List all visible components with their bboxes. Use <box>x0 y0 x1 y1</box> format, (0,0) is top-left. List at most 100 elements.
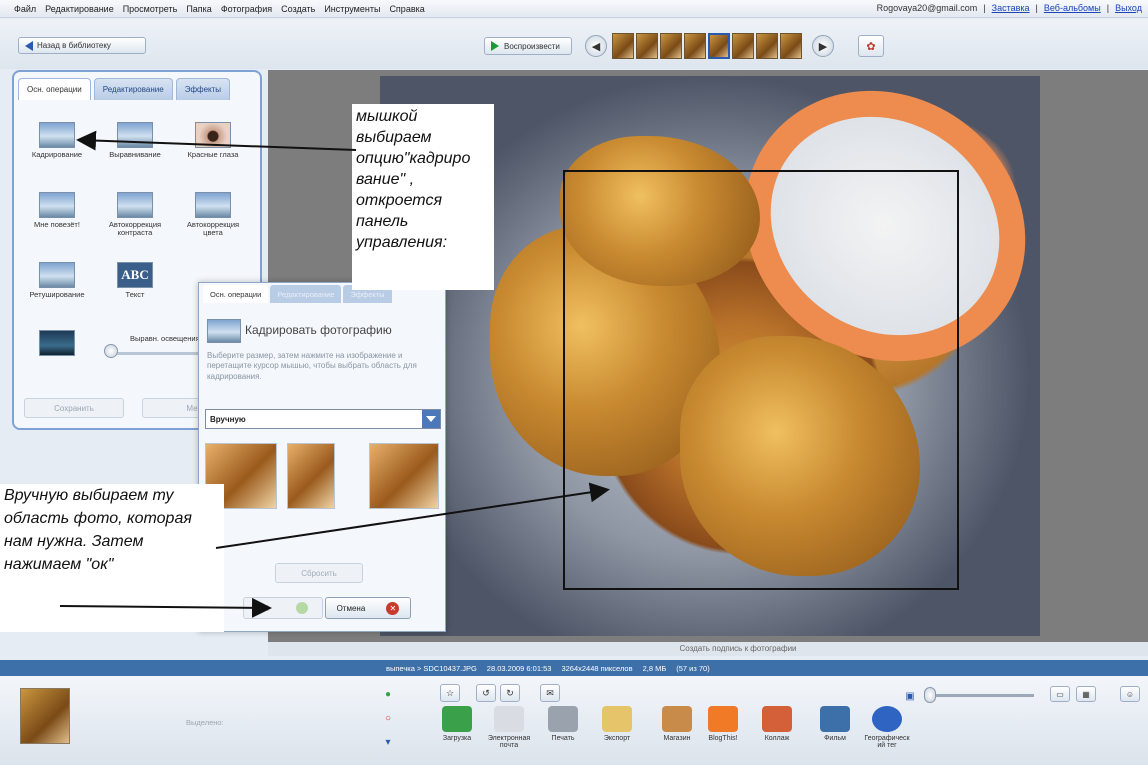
collage-label: Коллаж <box>764 735 790 742</box>
menu-view[interactable]: Просмотреть <box>123 4 178 14</box>
text-tool[interactable]: ABC Текст <box>100 262 170 299</box>
menu-folder[interactable]: Папка <box>186 4 212 14</box>
straighten-tool-label: Выравнивание <box>109 150 161 159</box>
filmstrip-thumb[interactable] <box>732 33 754 59</box>
fill-light-icon <box>39 330 75 356</box>
star-button[interactable]: ☆ <box>440 684 460 702</box>
crop-preset-thumb[interactable] <box>369 443 439 509</box>
crop-preset-thumb[interactable] <box>287 443 335 509</box>
status-path: выпечка > SDC10437.JPG <box>386 663 477 673</box>
tray-selection-label: Выделено: <box>186 718 224 727</box>
pin-icon[interactable]: ● <box>380 686 396 702</box>
toolbar: Назад в библиотеку Воспроизвести ◀ ▶ ✿ <box>0 19 1148 69</box>
grid-view-icon: ▦ <box>1082 689 1090 699</box>
webalbums-link[interactable]: Веб-альбомы <box>1044 3 1101 13</box>
color-settings-button[interactable]: ✿ <box>858 35 884 57</box>
export-action[interactable]: Экспорт <box>592 706 642 742</box>
menu-tools[interactable]: Инструменты <box>324 4 380 14</box>
next-photo-button[interactable]: ▶ <box>812 35 834 57</box>
straighten-tool[interactable]: Выравнивание <box>100 122 170 159</box>
tab-tuning[interactable]: Редактирование <box>93 78 173 100</box>
menu-create[interactable]: Создать <box>281 4 315 14</box>
tab-tuning[interactable]: Редактирование <box>270 285 342 303</box>
thumbnail-size-slider[interactable] <box>930 694 1034 697</box>
crop-selection-box[interactable] <box>563 170 959 590</box>
retouch-tool[interactable]: Ретуширование <box>22 262 92 299</box>
separator: | <box>983 3 986 13</box>
crop-tool[interactable]: Кадрирование <box>22 122 92 159</box>
text-tool-label: Текст <box>125 290 145 299</box>
share-button[interactable]: ✉ <box>540 684 560 702</box>
caption-input[interactable]: Создать подпись к фотографии <box>268 642 1148 656</box>
save-button[interactable]: Сохранить <box>24 398 124 418</box>
filmstrip-thumb[interactable] <box>660 33 682 59</box>
status-date: 28.03.2009 6:01:53 <box>486 663 552 673</box>
rotate-right-button[interactable]: ↻ <box>500 684 520 702</box>
screensaver-link[interactable]: Заставка <box>992 3 1030 13</box>
movie-action[interactable]: Фильм <box>810 706 860 742</box>
filmstrip-thumb[interactable] <box>756 33 778 59</box>
menu-bar: Файл Редактирование Просмотреть Папка Фо… <box>0 0 1148 18</box>
export-label: Экспорт <box>603 735 631 742</box>
geotag-action[interactable]: Географическ ий тег <box>862 706 912 750</box>
filmstrip-thumb[interactable] <box>636 33 658 59</box>
blogthis-action[interactable]: BlogThis! <box>698 706 748 742</box>
print-action[interactable]: Печать <box>538 706 588 742</box>
email-icon <box>494 706 524 732</box>
status-filesize: 2,8 МБ <box>642 663 667 673</box>
filmstrip-thumb[interactable] <box>612 33 634 59</box>
play-label: Воспроизвести <box>504 41 560 51</box>
back-to-library-button[interactable]: Назад в библиотеку <box>18 37 146 54</box>
print-icon <box>548 706 578 732</box>
red-eye-tool[interactable]: Красные глаза <box>178 122 248 159</box>
red-eye-icon <box>195 122 231 148</box>
tab-effects[interactable]: Эффекты <box>175 78 231 100</box>
chevron-down-icon[interactable] <box>422 410 440 428</box>
play-slideshow-button[interactable]: Воспроизвести <box>484 37 572 55</box>
shop-action[interactable]: Магазин <box>652 706 702 742</box>
menu-photo[interactable]: Фотография <box>221 4 272 14</box>
filmstrip-thumb[interactable] <box>684 33 706 59</box>
movie-icon <box>820 706 850 732</box>
prev-photo-button[interactable]: ◀ <box>585 35 607 57</box>
ok-label: ОК <box>257 603 269 613</box>
crop-size-select[interactable]: Вручную <box>205 409 441 429</box>
lucky-tool-label: Мне повезёт! <box>34 220 80 229</box>
exit-link[interactable]: Выход <box>1115 3 1142 13</box>
fill-light-tool[interactable] <box>22 330 92 359</box>
filmstrip-thumb-selected[interactable] <box>708 33 730 59</box>
crop-icon <box>207 319 241 343</box>
ok-button[interactable]: ОК <box>243 597 323 619</box>
auto-contrast-tool[interactable]: Автокоррекция контраста <box>100 192 170 238</box>
filmstrip <box>612 33 804 59</box>
menu-file[interactable]: Файл <box>14 4 36 14</box>
fill-light-slider-handle[interactable] <box>104 344 118 358</box>
email-action[interactable]: Электронная почта <box>484 706 534 750</box>
separator: | <box>1106 3 1110 13</box>
thumbnail-size-handle[interactable] <box>924 687 936 703</box>
upload-action[interactable]: Загрузка <box>432 706 482 742</box>
shop-icon <box>662 706 692 732</box>
lucky-tool[interactable]: Мне повезёт! <box>22 192 92 229</box>
photo-tray: Выделено: ● ○ ▾ ☆ ↺ ↻ ✉ Загрузка Электро… <box>0 676 1148 765</box>
view-single-button[interactable]: ▭ <box>1050 686 1070 702</box>
people-icon: ☺ <box>1125 689 1135 699</box>
view-grid-button[interactable]: ▦ <box>1076 686 1096 702</box>
email-label: Электронная почта <box>487 735 531 750</box>
reset-button[interactable]: Сбросить <box>275 563 363 583</box>
collage-action[interactable]: Коллаж <box>752 706 802 742</box>
menu-help[interactable]: Справка <box>389 4 424 14</box>
people-button[interactable]: ☺ <box>1120 686 1140 702</box>
export-menu-icon[interactable]: ▾ <box>380 734 396 750</box>
tray-thumbnail[interactable] <box>20 688 70 744</box>
filmstrip-thumb[interactable] <box>780 33 802 59</box>
menu-edit[interactable]: Редактирование <box>45 4 114 14</box>
remove-icon[interactable]: ○ <box>380 710 396 726</box>
cancel-button[interactable]: Отмена ✕ <box>325 597 411 619</box>
upload-label: Загрузка <box>442 735 472 742</box>
auto-color-tool[interactable]: Автокоррекция цвета <box>178 192 248 238</box>
tab-basic[interactable]: Осн. операции <box>203 285 269 303</box>
rotate-left-button[interactable]: ↺ <box>476 684 496 702</box>
tab-basic[interactable]: Осн. операции <box>18 78 91 100</box>
shop-label: Магазин <box>663 735 691 742</box>
